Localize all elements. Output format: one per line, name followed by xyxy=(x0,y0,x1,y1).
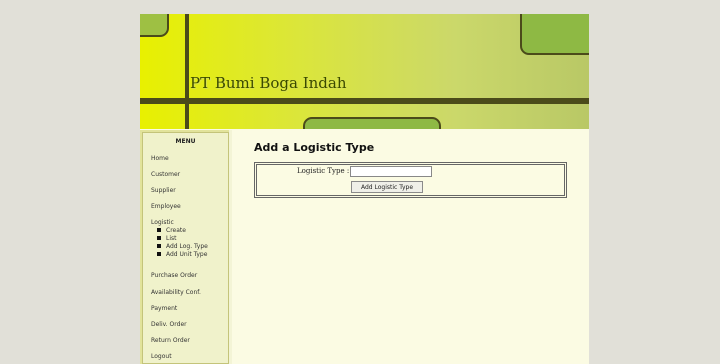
header-decoration-bottom-center xyxy=(303,117,441,129)
menu-item-purchase-order[interactable]: Purchase Order xyxy=(151,272,197,279)
header-decoration-top-left xyxy=(140,14,169,37)
menu-item-logistic[interactable]: Logistic xyxy=(151,219,174,226)
submenu-item-add-unit-type[interactable]: Add Unit Type xyxy=(157,251,207,258)
logistic-type-label: Logistic Type : xyxy=(297,167,350,175)
submenu-item-label: List xyxy=(166,235,177,242)
page-title: Add a Logistic Type xyxy=(254,141,375,154)
bullet-icon xyxy=(157,251,161,256)
submenu-item-add-log-type[interactable]: Add Log. Type xyxy=(157,243,208,250)
bullet-icon xyxy=(157,243,161,248)
submenu-item-create[interactable]: Create xyxy=(157,227,186,234)
header-horizontal-bar xyxy=(140,98,589,104)
submenu-item-list[interactable]: List xyxy=(157,235,177,242)
menu-item-payment[interactable]: Payment xyxy=(151,305,177,312)
logistic-type-input[interactable] xyxy=(350,166,432,177)
sidebar-menu-panel: MENU Home Customer Supplier Employee Log… xyxy=(142,132,229,364)
logistic-type-form: Logistic Type : Add Logistic Type xyxy=(254,162,567,198)
sidebar: MENU Home Customer Supplier Employee Log… xyxy=(140,130,232,364)
menu-item-customer[interactable]: Customer xyxy=(151,171,180,178)
menu-item-home[interactable]: Home xyxy=(151,155,169,162)
menu-item-deliv-order[interactable]: Deliv. Order xyxy=(151,321,187,328)
add-logistic-type-button[interactable]: Add Logistic Type xyxy=(351,181,423,193)
company-name: PT Bumi Boga Indah xyxy=(190,74,347,92)
submenu-item-label: Create xyxy=(166,227,186,234)
page-container: PT Bumi Boga Indah MENU Home Customer Su… xyxy=(140,14,589,364)
menu-title: MENU xyxy=(175,138,196,145)
submenu-item-label: Add Log. Type xyxy=(166,243,208,250)
bullet-icon xyxy=(157,227,161,232)
header-decoration-top-right xyxy=(520,14,589,55)
menu-item-return-order[interactable]: Return Order xyxy=(151,337,190,344)
submenu-item-label: Add Unit Type xyxy=(166,251,208,258)
menu-item-employee[interactable]: Employee xyxy=(151,203,181,210)
menu-item-logout[interactable]: Logout xyxy=(151,353,172,360)
bullet-icon xyxy=(157,235,161,240)
header-vertical-bar xyxy=(185,14,189,129)
menu-item-supplier[interactable]: Supplier xyxy=(151,187,176,194)
menu-item-availability-conf[interactable]: Availability Conf. xyxy=(151,289,201,296)
site-header: PT Bumi Boga Indah xyxy=(140,14,589,129)
